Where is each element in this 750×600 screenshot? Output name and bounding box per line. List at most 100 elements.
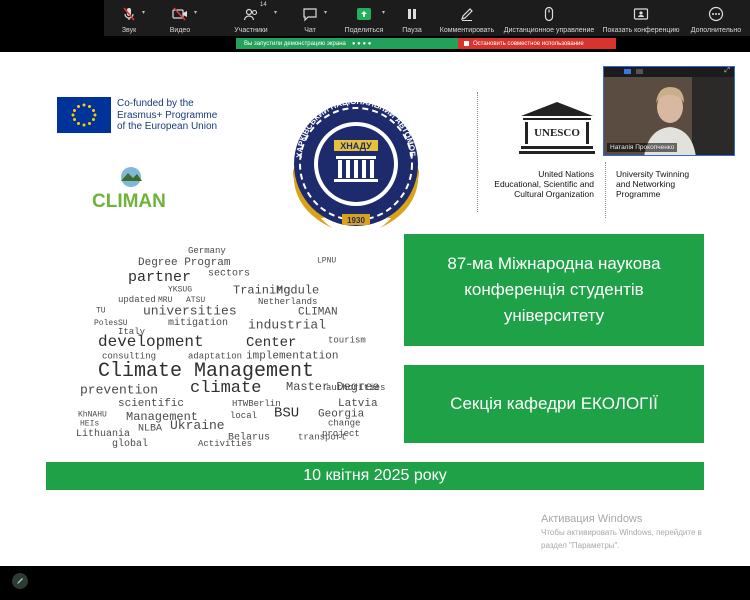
show-meeting-icon xyxy=(632,5,650,23)
shared-slide: Co-funded by the Erasmus+ Programme of t… xyxy=(0,52,750,566)
eu-flag-logo xyxy=(57,97,111,133)
wordcloud-word: HEIs xyxy=(80,419,99,428)
svg-text:UNESCO: UNESCO xyxy=(534,127,580,139)
wordcloud-word: Module xyxy=(276,283,319,297)
conference-title-box: 87-ма Міжнародна наукова конференція сту… xyxy=(404,234,704,346)
wordcloud-word: Degree Program xyxy=(138,257,231,269)
section-title: Секція кафедри ЕКОЛОГІЇ xyxy=(450,394,658,413)
climan-logo: CLIMAN xyxy=(90,165,180,215)
university-emblem: ХАРКІВСЬКИЙ НАЦІОНАЛЬНИЙ АВТОМОБІЛЬНО-ДО… xyxy=(267,71,440,248)
chevron-down-icon[interactable]: ▾ xyxy=(274,9,277,16)
more-label: Дополнительно xyxy=(690,27,742,34)
wordcloud-word: prevention xyxy=(80,383,158,398)
wordcloud-word: LPNU xyxy=(317,256,336,265)
windows-activation-watermark: Активация Windows Чтобы активировать Win… xyxy=(541,513,702,550)
share-status[interactable]: Вы запустили демонстрацию экрана ● ● ● ● xyxy=(236,38,458,49)
wordcloud-word: industrial xyxy=(248,317,326,332)
unesco-logo: UNESCO xyxy=(517,100,597,158)
wordcloud-word: YKSUG xyxy=(168,286,192,295)
share-screen-icon xyxy=(355,5,373,23)
wordcloud-word: NLBA xyxy=(138,424,162,435)
participant-name: Наталія Прокопченко xyxy=(607,143,678,152)
conference-date: 10 квітня 2025 року xyxy=(303,467,447,484)
video-tile-header: ⤢ xyxy=(604,67,734,77)
participants-count: 14 xyxy=(260,2,267,8)
word-cloud: GermanyDegree Programpartner sectors YKSUG… xyxy=(76,246,385,450)
wordcloud-word: KhNAHU xyxy=(78,410,107,419)
section-title-box: Секція кафедри ЕКОЛОГІЇ xyxy=(404,365,704,443)
mic-muted-icon xyxy=(120,5,138,23)
conference-title: 87-ма Міжнародна наукова конференція сту… xyxy=(447,254,661,325)
wordcloud-word: BSU xyxy=(274,405,299,421)
annotate-icon xyxy=(458,5,476,23)
eu-cofunded-text: Co-funded by the Erasmus+ Programme of t… xyxy=(117,98,218,132)
share-button[interactable]: ▾ Поделиться xyxy=(336,0,392,36)
taskbar xyxy=(0,566,750,600)
show-meeting-label: Показать конференцию xyxy=(602,27,680,34)
layout-icon[interactable] xyxy=(624,69,631,74)
audio-label: Звук xyxy=(121,27,137,34)
video-label: Видео xyxy=(169,27,191,34)
wordcloud-word: transport xyxy=(298,432,347,442)
wordcloud-word: local xyxy=(230,411,257,421)
expand-icon[interactable]: ⤢ xyxy=(724,67,730,75)
date-bar: 10 квітня 2025 року xyxy=(46,462,704,490)
share-status-icons: ● ● ● ● xyxy=(351,40,372,47)
chevron-down-icon[interactable]: ▾ xyxy=(324,9,327,16)
wordcloud-word: change xyxy=(328,418,360,428)
divider xyxy=(605,162,606,218)
wordcloud-word: global xyxy=(112,438,148,450)
wordcloud-word: climate xyxy=(190,379,261,398)
wordcloud-word: Germany xyxy=(188,246,226,256)
stop-share-label: Остановить совместное использование xyxy=(473,40,584,47)
svg-text:1930: 1930 xyxy=(347,216,365,225)
chevron-down-icon[interactable]: ▾ xyxy=(142,9,145,16)
video-button[interactable]: ▾ Видео xyxy=(154,0,206,36)
remote-control-label: Дистанционное управление xyxy=(503,27,595,34)
svg-text:CLIMAN: CLIMAN xyxy=(92,191,166,212)
wordcloud-word: mitigation xyxy=(168,317,228,329)
wordcloud-word: Master Degree xyxy=(286,380,380,394)
chat-label: Чат xyxy=(304,27,316,34)
remote-control-button[interactable]: Дистанционное управление xyxy=(502,0,596,36)
layout-icon[interactable] xyxy=(636,69,643,74)
more-button[interactable]: Дополнительно xyxy=(686,0,746,36)
wordcloud-word: Netherlands xyxy=(258,297,317,307)
un-organization-text: United Nations Educational, Scientific a… xyxy=(494,169,594,199)
pause-share-button[interactable]: Пауза xyxy=(392,0,432,36)
chevron-down-icon[interactable]: ▾ xyxy=(194,9,197,16)
wordcloud-word: tourism xyxy=(328,336,366,346)
show-meeting-button[interactable]: Показать конференцию xyxy=(596,0,686,36)
chat-icon xyxy=(301,5,319,23)
wordcloud-word: scientific xyxy=(118,398,184,410)
annotate-button[interactable]: Комментировать xyxy=(432,0,502,36)
pause-label: Пауза xyxy=(402,27,422,34)
wordcloud-word: TU xyxy=(96,307,106,316)
screen: ▾ Звук ▾ Видео 14 ▾ Участники ▾ Чат ▾ По… xyxy=(0,0,750,600)
audio-button[interactable]: ▾ Звук xyxy=(104,0,154,36)
meeting-toolbar: ▾ Звук ▾ Видео 14 ▾ Участники ▾ Чат ▾ По… xyxy=(104,0,750,36)
participants-icon xyxy=(242,5,260,23)
wordcloud-word: partner xyxy=(128,269,191,286)
annotate-tool-icon[interactable] xyxy=(12,573,28,589)
participants-button[interactable]: 14 ▾ Участники xyxy=(218,0,284,36)
wordcloud-word: Activities xyxy=(198,439,252,449)
wordcloud-word: Center xyxy=(246,335,296,351)
video-off-icon xyxy=(171,5,189,23)
participants-label: Участники xyxy=(234,27,268,34)
more-icon xyxy=(707,5,725,23)
share-label: Поделиться xyxy=(344,27,384,34)
unitwin-text: University Twinning and Networking Progr… xyxy=(616,169,690,199)
chevron-down-icon[interactable]: ▾ xyxy=(382,9,385,16)
participant-video-tile[interactable]: ⤢ Наталія Прокопченко xyxy=(603,66,735,156)
chat-button[interactable]: ▾ Чат xyxy=(284,0,336,36)
wordcloud-word: universities xyxy=(143,303,237,318)
remote-control-icon xyxy=(540,5,558,23)
annotate-label: Комментировать xyxy=(439,27,495,34)
wordcloud-word: development xyxy=(98,333,204,351)
stop-share-button[interactable]: Остановить совместное использование xyxy=(458,38,616,49)
pause-icon xyxy=(403,5,421,23)
stop-square-icon xyxy=(464,41,469,46)
share-status-bar: Вы запустили демонстрацию экрана ● ● ● ●… xyxy=(236,38,616,49)
svg-text:ХНАДУ: ХНАДУ xyxy=(340,141,372,151)
